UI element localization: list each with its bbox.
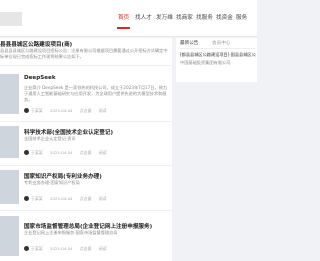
author-avatar: [24, 108, 29, 113]
article-item[interactable]: 县县县城区公路建设项目(商) 县县县县城区公路建设项目招标公告：注册有限公司根据…: [0, 38, 172, 64]
article-item[interactable]: 科学技术部(全国技术企业认定登记) 全国技术企业认定登记·资讯 于某某 2025…: [0, 126, 172, 158]
publish-date: 2025-04-04: [49, 246, 73, 251]
read-label: 阅读: [98, 246, 107, 251]
author-avatar: [24, 196, 29, 201]
sidebar-announcements: 最新公告 会员中心 [都县县城区公路建设项目]·国县县城区公路建设项目 中国基础…: [176, 38, 257, 82]
author-name: 于某某: [31, 108, 43, 113]
article-meta: 于某某 2025-04-04 点击量 阅读: [31, 246, 113, 252]
article-title[interactable]: 国家知识产权局(专利业务办理): [24, 172, 172, 180]
site-logo[interactable]: [0, 12, 22, 26]
nav-item-publish[interactable]: 发万维: [156, 15, 173, 22]
article-desc: 专利业务办理·国家知识产权局: [24, 180, 80, 185]
divider: [0, 210, 172, 211]
divider: [0, 65, 172, 66]
article-title[interactable]: 国家市场监督管理总局(企业登记网上注册申报服务): [24, 222, 172, 230]
views-label: 点击量: [79, 108, 92, 113]
author-name: 于某某: [31, 150, 43, 155]
nav-item-home[interactable]: 首页: [118, 15, 129, 22]
read-label: 阅读: [98, 150, 107, 155]
nav-item-funding[interactable]: 找资金: [216, 15, 233, 22]
article-thumbnail[interactable]: [0, 74, 19, 114]
article-thumbnail[interactable]: [0, 170, 19, 204]
author-avatar: [24, 246, 29, 251]
nav-item-service[interactable]: 服务: [236, 15, 247, 22]
divider: [0, 165, 172, 166]
views-label: 点击量: [79, 196, 92, 201]
views-label: 点击量: [79, 246, 92, 251]
article-item[interactable]: DeepSeek 企业简介 DeepSeek 是一家领先的科技公司，成立于202…: [0, 74, 172, 114]
article-desc: 县县县县城区公路建设项目招标公告：注册有限公司根据项目需要通过公开招标方式确定中…: [0, 48, 168, 59]
sidebar-tab-member[interactable]: 会员中心: [212, 40, 230, 46]
article-item[interactable]: 国家市场监督管理总局(企业登记网上注册申报服务) 企业登记网上注册申报服务·国家…: [0, 216, 172, 256]
author-name: 于某某: [31, 196, 43, 201]
divider: [180, 48, 255, 49]
article-thumbnail[interactable]: [0, 126, 19, 158]
article-meta: 于某某 2025-04-04 点击量 阅读: [31, 108, 113, 114]
nav-item-talent[interactable]: 找人才: [135, 15, 152, 22]
publish-date: 2025-04-04: [49, 108, 73, 113]
article-desc: 企业登记网上注册申报服务·国家市场监督管理总局: [24, 230, 118, 235]
article-thumbnail[interactable]: [0, 216, 19, 256]
article-meta: 于某某 2025-04-04 点击量 阅读: [31, 150, 113, 156]
views-label: 点击量: [79, 150, 92, 155]
sidebar-title: 最新公告: [180, 41, 199, 46]
article-title[interactable]: 科学技术部(全国技术企业认定登记): [24, 128, 172, 136]
author-avatar: [24, 150, 29, 155]
article-list: 县县县城区公路建设项目(商) 县县县县城区公路建设项目招标公告：注册有限公司根据…: [0, 38, 172, 261]
sidebar-announcement-item[interactable]: [都县县城区公路建设项目]·国县县城区公路建设项目: [180, 52, 256, 58]
author-name: 于某某: [31, 246, 43, 251]
publish-date: 2025-04-04: [49, 150, 73, 155]
nav-item-merchants[interactable]: 找商家: [176, 15, 193, 22]
article-meta: 于某某 2025-04-04 点击量 阅读: [31, 196, 113, 202]
article-title[interactable]: 县县县城区公路建设项目(商): [0, 40, 148, 48]
divider: [0, 121, 172, 122]
read-label: 阅读: [98, 196, 107, 201]
article-desc: 企业简介 DeepSeek 是一家领先的科技公司，成立于2023年7月17日，致…: [24, 85, 168, 102]
top-navigation: 首页 找人才 发万维 找商家 找服务 找资金 服务: [0, 0, 257, 37]
article-title[interactable]: DeepSeek: [24, 75, 172, 81]
read-label: 阅读: [98, 108, 107, 113]
article-desc: 全国技术企业认定登记·资讯: [24, 136, 76, 141]
nav-active-underline: [117, 27, 130, 29]
article-item[interactable]: 国家知识产权局(专利业务办理) 专利业务办理·国家知识产权局 于某某 2025-…: [0, 170, 172, 204]
sidebar-announcement-item[interactable]: 中国基础投资集团有限公司: [180, 60, 256, 66]
publish-date: 2025-04-04: [49, 196, 73, 201]
nav-item-services[interactable]: 找服务: [196, 15, 213, 22]
